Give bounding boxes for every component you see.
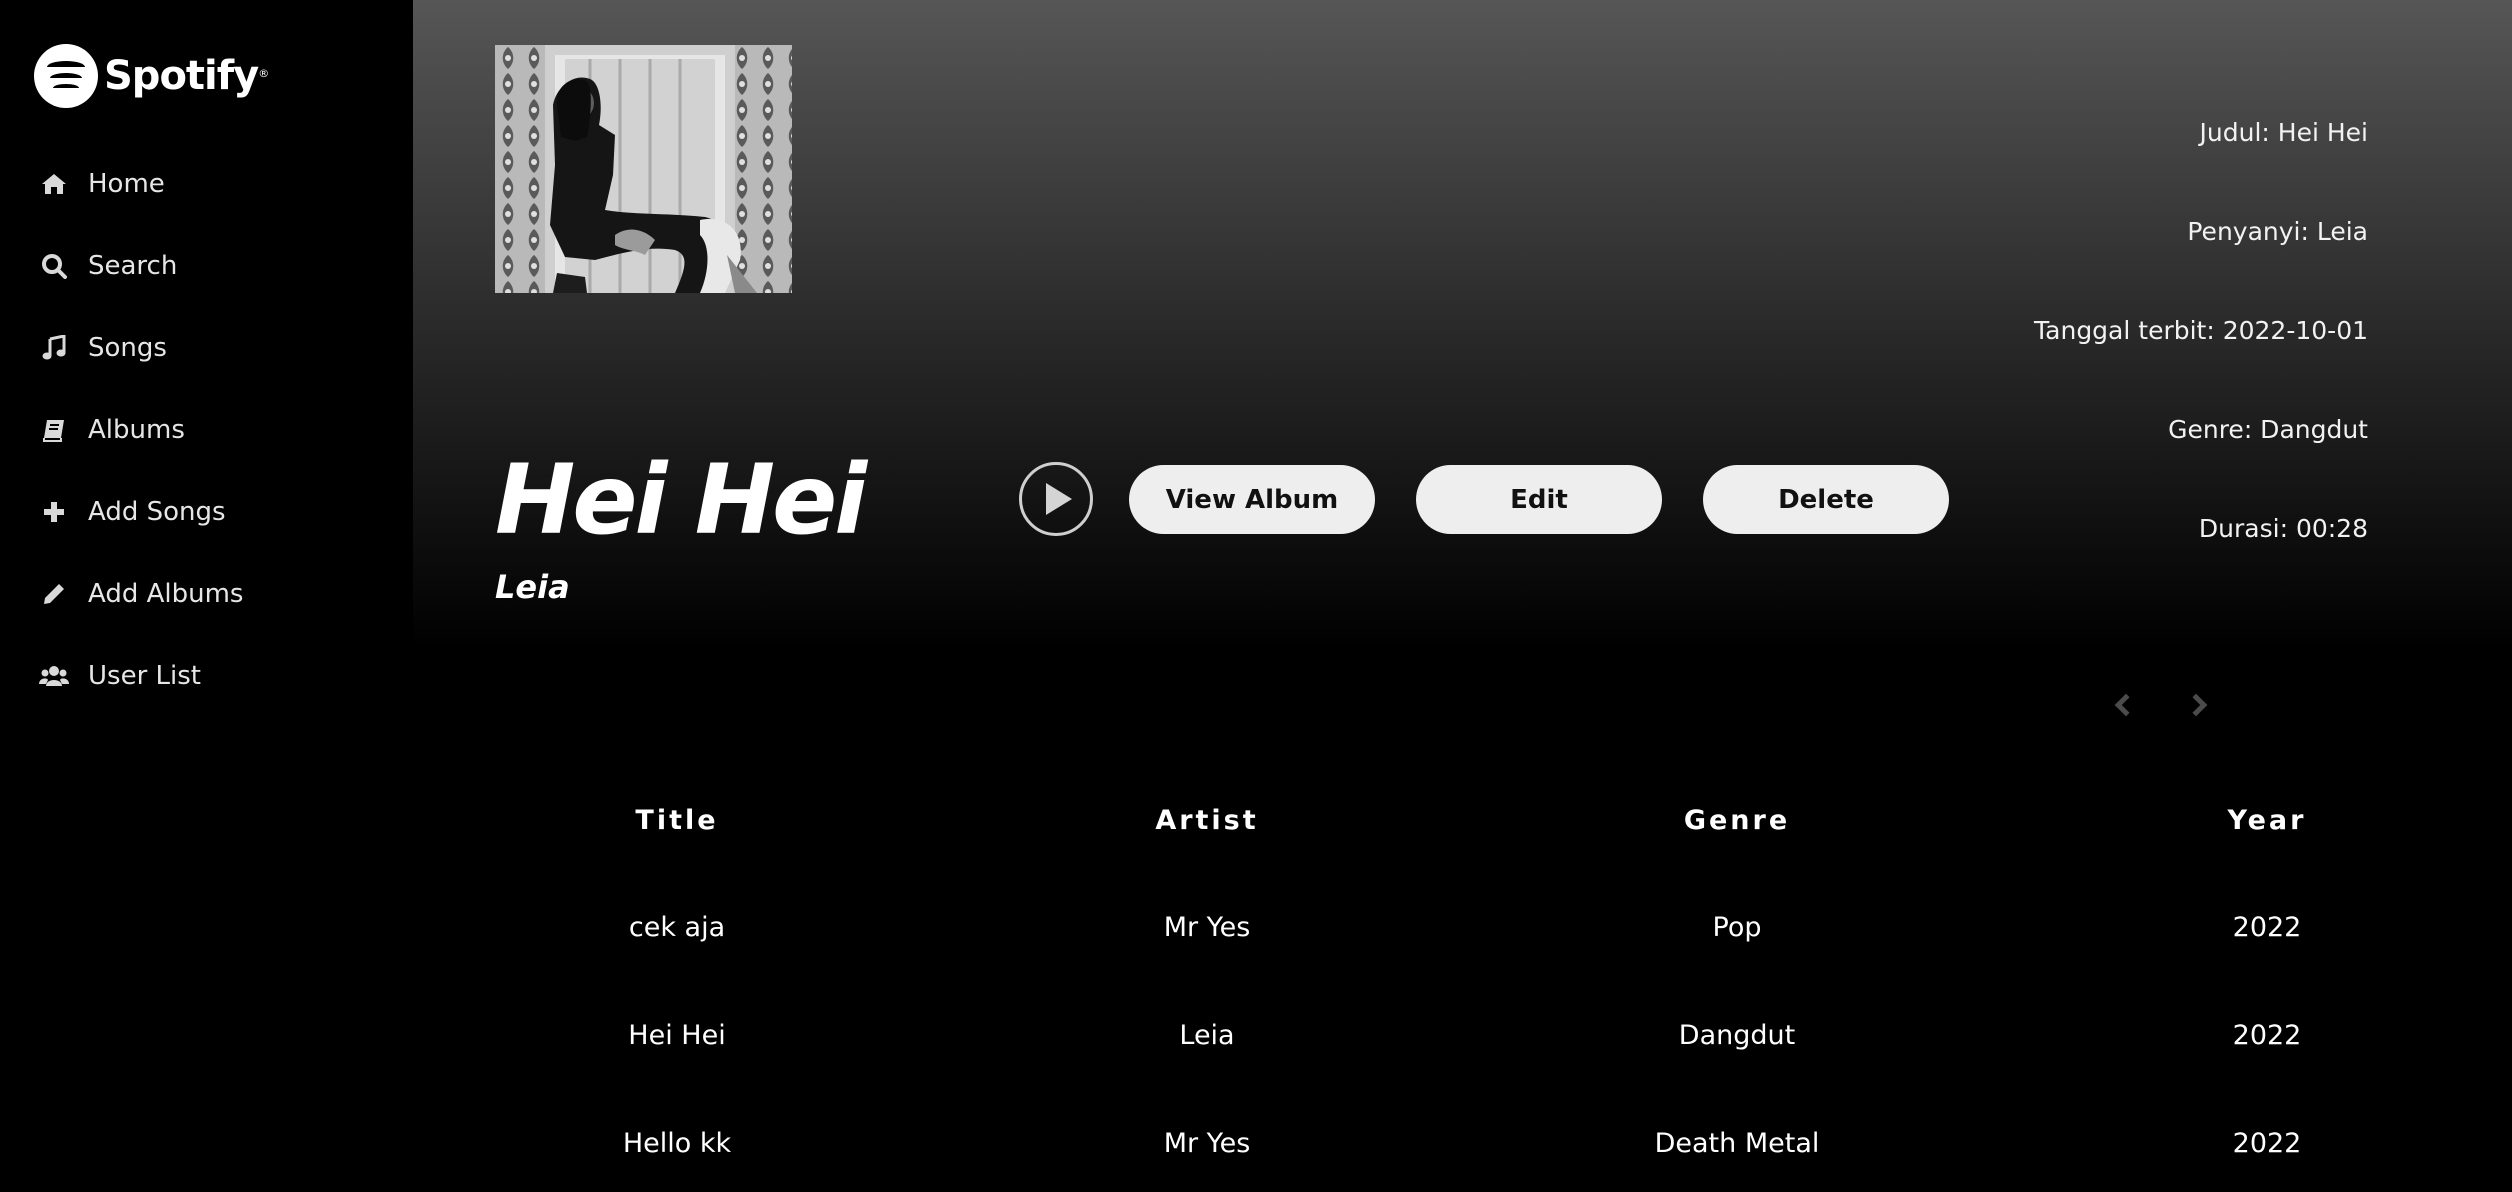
sidebar-item-label: User List [88, 661, 201, 691]
detail-tanggal-terbit: Tanggal terbit: 2022-10-01 [2034, 316, 2368, 345]
cell-year: 2022 [2232, 912, 2302, 943]
users-icon [38, 660, 70, 692]
sidebar-item-albums[interactable]: Albums [38, 410, 185, 450]
song-title: Hei Hei [495, 444, 867, 556]
chevron-left-icon [2114, 693, 2138, 717]
pencil-icon [38, 578, 70, 610]
brand-registered-mark: ® [258, 67, 269, 80]
cell-genre: Dangdut [1678, 1020, 1796, 1051]
column-header-title: Title [635, 805, 719, 836]
sidebar: Spotify® Home Search Songs Albums Add So… [0, 0, 413, 1192]
column-header-artist: Artist [1155, 805, 1259, 836]
cell-title: Hello kk [622, 1128, 732, 1159]
song-header: Hei Hei Leia View Album Edit Delete Judu… [413, 0, 2512, 648]
play-icon [1046, 483, 1072, 515]
delete-button[interactable]: Delete [1703, 465, 1949, 534]
home-icon [38, 168, 70, 200]
detail-durasi: Durasi: 00:28 [2198, 514, 2368, 543]
cell-year: 2022 [2232, 1020, 2302, 1051]
sidebar-item-label: Search [88, 251, 178, 281]
previous-page-button[interactable] [2108, 688, 2138, 722]
cell-artist: Mr Yes [1163, 912, 1251, 943]
sidebar-item-label: Songs [88, 333, 167, 363]
song-cover-image [495, 45, 792, 293]
sidebar-item-label: Add Songs [88, 497, 226, 527]
plus-icon [38, 496, 70, 528]
sidebar-item-user-list[interactable]: User List [38, 656, 201, 696]
sidebar-item-home[interactable]: Home [38, 164, 165, 204]
cell-genre: Pop [1712, 912, 1762, 943]
spotify-logo[interactable]: Spotify® [34, 44, 269, 108]
brand-name: Spotify [104, 53, 259, 99]
sidebar-item-label: Add Albums [88, 579, 244, 609]
edit-button[interactable]: Edit [1416, 465, 1662, 534]
cell-title: Hei Hei [628, 1020, 726, 1051]
cell-year: 2022 [2232, 1128, 2302, 1159]
song-artist: Leia [495, 568, 570, 606]
next-page-button[interactable] [2184, 688, 2214, 722]
column-header-year: Year [2227, 805, 2307, 836]
play-button[interactable] [1019, 462, 1093, 536]
view-album-button[interactable]: View Album [1129, 465, 1375, 534]
cell-title: cek aja [628, 912, 726, 943]
cell-artist: Leia [1179, 1020, 1235, 1051]
book-icon [38, 414, 70, 446]
spotify-logo-icon [34, 44, 98, 108]
cell-genre: Death Metal [1654, 1128, 1820, 1159]
detail-judul: Judul: Hei Hei [2199, 118, 2368, 147]
chevron-right-icon [2184, 693, 2208, 717]
search-icon [38, 250, 70, 282]
sidebar-item-label: Home [88, 169, 165, 199]
music-note-icon [38, 332, 70, 364]
sidebar-item-search[interactable]: Search [38, 246, 177, 286]
sidebar-item-songs[interactable]: Songs [38, 328, 167, 368]
sidebar-item-add-songs[interactable]: Add Songs [38, 492, 226, 532]
cell-artist: Mr Yes [1163, 1128, 1251, 1159]
sidebar-item-label: Albums [88, 415, 185, 445]
column-header-genre: Genre [1683, 805, 1791, 836]
sidebar-item-add-albums[interactable]: Add Albums [38, 574, 243, 614]
detail-penyanyi: Penyanyi: Leia [2187, 217, 2368, 246]
detail-genre: Genre: Dangdut [2168, 415, 2368, 444]
